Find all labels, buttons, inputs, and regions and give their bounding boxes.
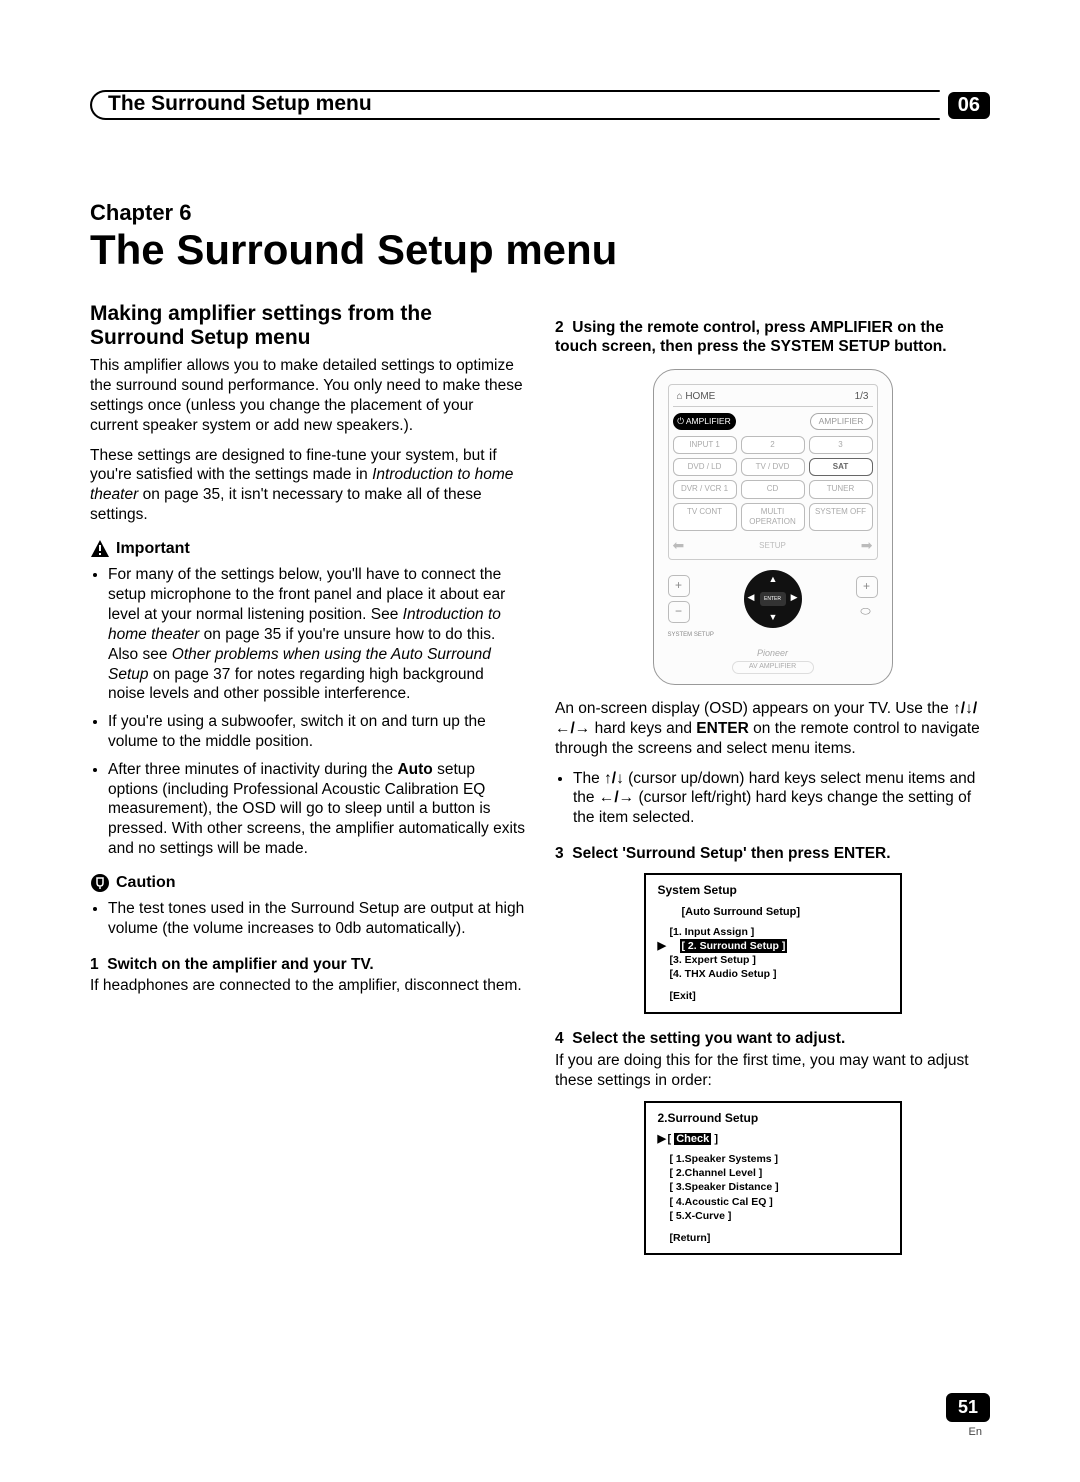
chapter-badge: 06 [948, 92, 990, 119]
header-line: The Surround Setup menu [90, 90, 940, 120]
osd-sub-item: The ↑/↓ (cursor up/down) hard keys selec… [573, 769, 990, 828]
important-item-2: If you're using a subwoofer, switch it o… [108, 712, 525, 752]
caution-callout: Caution [90, 873, 525, 893]
setup-label: SETUP [759, 541, 786, 551]
important-item-3: After three minutes of inactivity during… [108, 760, 525, 859]
p2-b: on page 35, it isn't necessary to make a… [90, 486, 482, 523]
osd2-item: [ 5.X-Curve ] [670, 1209, 888, 1223]
updown-icon: ↑/↓ [604, 770, 624, 787]
header-title: The Surround Setup menu [108, 92, 380, 116]
left-column: Making amplifier settings from the Surro… [90, 302, 525, 1269]
osd-para: An on-screen display (OSD) appears on yo… [555, 699, 990, 758]
remote-btn: SYSTEM OFF [809, 503, 873, 531]
system-setup-label: SYSTEM SETUP [668, 632, 878, 640]
remote-btn: INPUT 1 [673, 436, 737, 454]
osd-surround-setup: 2.Surround Setup ▶[ Check ] [ 1.Speaker … [644, 1101, 902, 1255]
caret-icon: ▶ [658, 1132, 668, 1146]
arrow-right-icon: ▶ [791, 592, 798, 604]
caution-list: The test tones used in the Surround Setu… [90, 899, 525, 939]
amplifier-pill: ⏻ AMPLIFIER [673, 413, 736, 430]
osd1-exit: [Exit] [670, 989, 888, 1003]
remote-btn: SAT [809, 458, 873, 476]
remote-btn: TV / DVD [741, 458, 805, 476]
osd1-item: [3. Expert Setup ] [670, 953, 888, 967]
step3-heading: 3 Select 'Surround Setup' then press ENT… [555, 844, 990, 864]
important-icon [90, 539, 110, 559]
osd-system-setup: System Setup [Auto Surround Setup] [1. I… [644, 873, 902, 1013]
chapter-label: Chapter 6 [90, 200, 990, 226]
chapter-title: The Surround Setup menu [90, 226, 990, 274]
osd1-item: [4. THX Audio Setup ] [670, 967, 888, 981]
vol-down-icon: − [668, 601, 690, 623]
right-column: 2 Using the remote control, press AMPLIF… [555, 302, 990, 1269]
osd2-item: [ 4.Acoustic Cal EQ ] [670, 1195, 888, 1209]
plus-icon: + [856, 576, 878, 598]
remote-grid: INPUT 1 2 3 DVD / LD TV / DVD SAT DVR / … [673, 436, 873, 531]
osd-sublist: The ↑/↓ (cursor up/down) hard keys selec… [555, 769, 990, 828]
section-heading: Making amplifier settings from the Surro… [90, 302, 525, 350]
osd2-item: [ 1.Speaker Systems ] [670, 1152, 888, 1166]
step4-heading: 4 Select the setting you want to adjust. [555, 1029, 990, 1049]
arrow-left-icon: ◀ [748, 592, 755, 604]
page-lang: En [969, 1426, 982, 1438]
vol-up-icon: + [668, 575, 690, 597]
osd2-return: [Return] [670, 1231, 888, 1245]
enter-button: ENTER [760, 592, 786, 606]
chapter-block: Chapter 6 The Surround Setup menu [90, 200, 990, 274]
osd1-sub: [Auto Surround Setup] [682, 905, 888, 919]
remote-figure: ⌂ HOME 1/3 ⏻ AMPLIFIER AMPLIFIER INPUT 1… [653, 369, 893, 685]
nav-left-icon: ⬅ [673, 537, 685, 555]
caution-item-1: The test tones used in the Surround Setu… [108, 899, 525, 939]
remote-btn: TUNER [809, 480, 873, 498]
step1-heading: 1 Switch on the amplifier and your TV. [90, 955, 525, 975]
important-label: Important [116, 539, 190, 559]
amplifier-pill-2: AMPLIFIER [810, 413, 873, 430]
page-header: The Surround Setup menu 06 [90, 90, 990, 120]
remote-btn: 2 [741, 436, 805, 454]
blank-icon: ⬭ [856, 602, 876, 622]
remote-btn: CD [741, 480, 805, 498]
remote-btn: DVD / LD [673, 458, 737, 476]
osd2-item: [ 3.Speaker Distance ] [670, 1180, 888, 1194]
osd2-item: [ 2.Channel Level ] [670, 1166, 888, 1180]
av-amplifier-label: AV AMPLIFIER [732, 661, 814, 674]
osd2-check: Check [674, 1133, 711, 1145]
remote-btn: MULTI OPERATION [741, 503, 805, 531]
osd1-item-selected: [ 2. Surround Setup ] [680, 939, 788, 953]
remote-btn: TV CONT [673, 503, 737, 531]
important-list: For many of the settings below, you'll h… [90, 565, 525, 859]
step4-body: If you are doing this for the first time… [555, 1051, 990, 1091]
osd1-item: [1. Input Assign ] [670, 925, 888, 939]
osd2-title: 2.Surround Setup [658, 1111, 888, 1126]
step2-heading: 2 Using the remote control, press AMPLIF… [555, 318, 990, 358]
arrow-up-icon: ▲ [769, 574, 778, 586]
intro-para-1: This amplifier allows you to make detail… [90, 356, 525, 435]
joystick: ▲ ▼ ◀ ▶ ENTER [744, 570, 802, 628]
arrow-down-icon: ▼ [769, 612, 778, 624]
remote-page: 1/3 [855, 391, 869, 404]
nav-right-icon: ➡ [861, 537, 873, 555]
osd1-title: System Setup [658, 883, 888, 898]
caution-icon [90, 873, 110, 893]
pioneer-logo: Pioneer [668, 648, 878, 660]
step1-body: If headphones are connected to the ampli… [90, 976, 525, 996]
remote-btn: DVR / VCR 1 [673, 480, 737, 498]
remote-btn: 3 [809, 436, 873, 454]
important-item-1: For many of the settings below, you'll h… [108, 565, 525, 704]
important-callout: Important [90, 539, 525, 559]
caution-label: Caution [116, 873, 176, 893]
page-number: 51 [946, 1393, 990, 1422]
home-icon: ⌂ HOME [677, 391, 716, 404]
leftright-icon: ←/→ [599, 789, 634, 806]
intro-para-2: These settings are designed to fine-tune… [90, 446, 525, 525]
caret-icon: ▶ [658, 939, 668, 953]
